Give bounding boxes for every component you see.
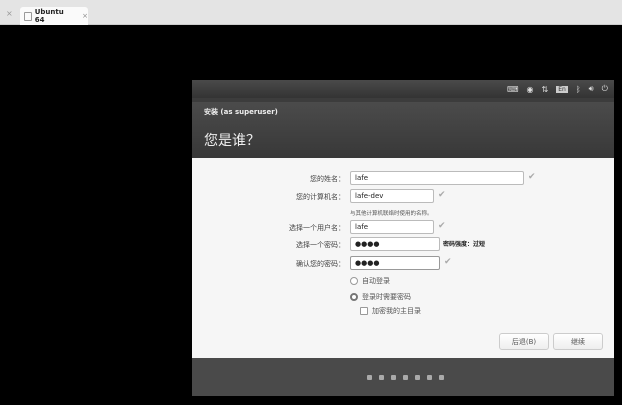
browser-tab-bar: × Ubuntu 64 × (0, 0, 622, 25)
bluetooth-icon[interactable]: ᛒ (576, 85, 581, 94)
computer-name-hint: 与其他计算机联络时使用的名称。 (350, 211, 433, 217)
encrypt-home-label: 加密我的主目录 (372, 307, 421, 315)
language-icon[interactable]: En (556, 85, 568, 93)
network-icon[interactable]: ⇅ (542, 85, 549, 94)
tab-close-icon[interactable]: × (82, 12, 88, 20)
accessibility-icon[interactable]: ◉ (527, 85, 534, 94)
volume-icon[interactable]: 🔊︎ (589, 84, 594, 94)
installer-window: ⌨ ◉ ⇅ En ᛒ 🔊︎ ⏻ 安装 (as superuser) 您是谁？ 您… (192, 80, 614, 396)
confirm-password-input[interactable]: ●●●● (350, 256, 440, 270)
username-label: 选择一个用户名： (289, 224, 345, 232)
progress-dot (438, 374, 444, 380)
checkbox-icon (360, 307, 368, 315)
computer-name-label: 您的计算机名： (296, 193, 345, 201)
check-icon: ✔ (444, 257, 452, 267)
window-title: 安装 (as superuser) (204, 108, 278, 116)
radio-selected-icon (350, 293, 358, 301)
radio-icon (350, 277, 358, 285)
back-button[interactable]: 后退(B) (499, 333, 549, 350)
name-label: 您的姓名： (310, 175, 345, 183)
check-icon: ✔ (438, 190, 446, 200)
progress-dot (414, 374, 420, 380)
check-icon: ✔ (528, 172, 536, 182)
check-icon: ✔ (438, 221, 446, 231)
confirm-password-label: 确认您的密码： (296, 260, 345, 268)
require-password-label: 登录时需要密码 (362, 293, 411, 301)
tab-ubuntu[interactable]: Ubuntu 64 × (20, 7, 88, 25)
auto-login-radio[interactable]: 自动登录 (350, 276, 390, 286)
close-icon[interactable]: × (6, 9, 13, 18)
name-input[interactable]: lafe (350, 171, 524, 185)
encrypt-home-checkbox[interactable]: 加密我的主目录 (360, 306, 421, 316)
require-password-radio[interactable]: 登录时需要密码 (350, 292, 411, 302)
tab-title: Ubuntu 64 (34, 8, 64, 24)
continue-button[interactable]: 继续 (553, 333, 603, 350)
top-panel: ⌨ ◉ ⇅ En ᛒ 🔊︎ ⏻ (192, 80, 614, 98)
password-input[interactable]: ●●●● (350, 237, 440, 251)
progress-dot (402, 374, 408, 380)
keyboard-icon[interactable]: ⌨ (507, 85, 519, 94)
power-icon[interactable]: ⏻ (602, 84, 608, 94)
page-title: 您是谁？ (204, 133, 260, 149)
auto-login-label: 自动登录 (362, 277, 390, 285)
password-label: 选择一个密码： (296, 241, 345, 249)
progress-dot (366, 374, 372, 380)
progress-dot (378, 374, 384, 380)
vm-icon (24, 11, 32, 21)
username-input[interactable]: lafe (350, 220, 434, 234)
progress-dot (390, 374, 396, 380)
progress-dots (192, 358, 614, 396)
header: 安装 (as superuser) 您是谁？ (192, 102, 614, 158)
form-area: 您的姓名： lafe ✔ 您的计算机名： lafe-dev ✔ 与其他计算机联络… (192, 158, 614, 358)
computer-name-input[interactable]: lafe-dev (350, 189, 434, 203)
password-strength: 密码强度：过短 (443, 241, 486, 248)
progress-dot (426, 374, 432, 380)
